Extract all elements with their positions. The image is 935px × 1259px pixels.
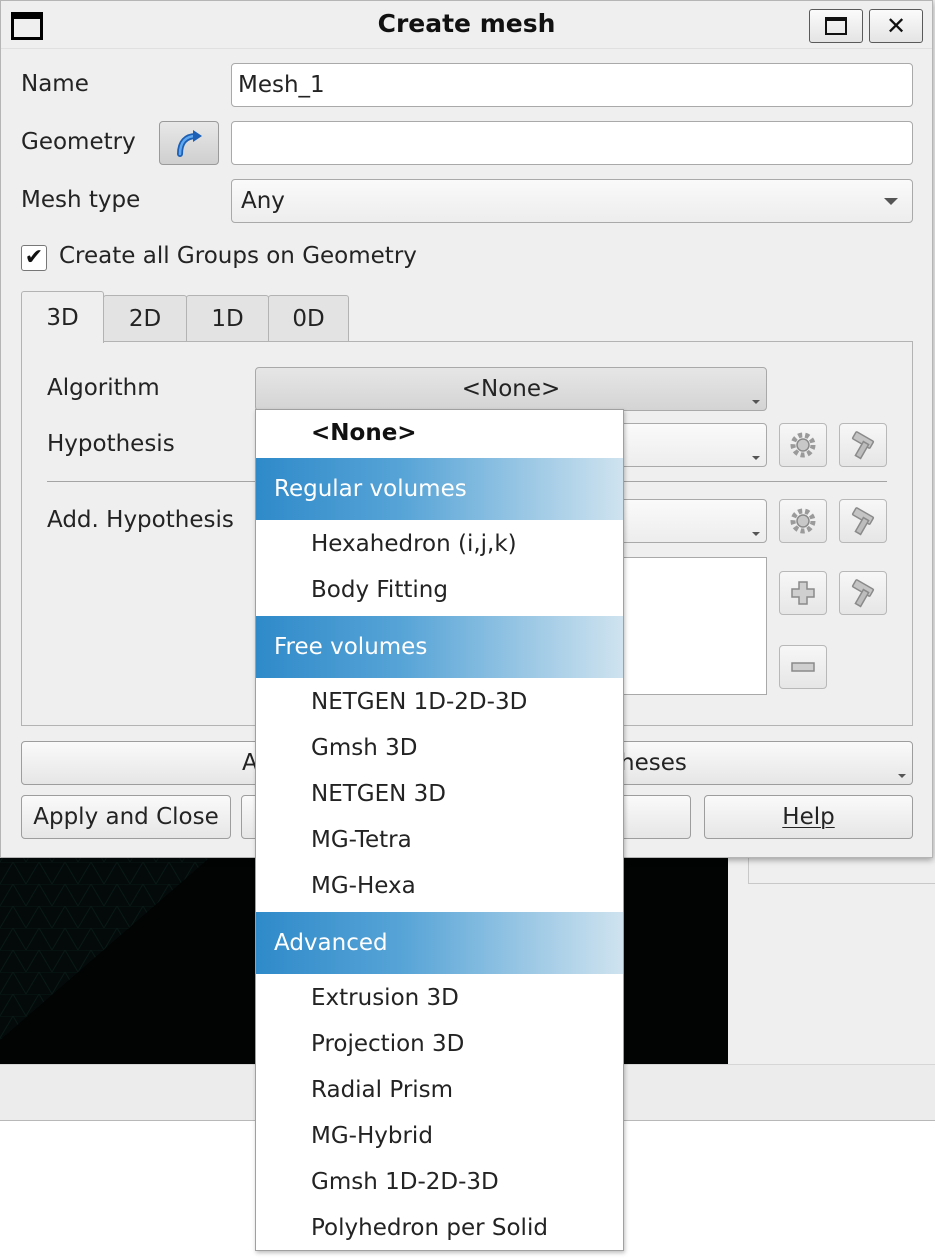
assign-hypotheses-label-right: heses [620, 750, 687, 776]
algorithm-group-header: Advanced [256, 912, 623, 974]
hammer-gear-icon [851, 507, 875, 536]
create-groups-label: Create all Groups on Geometry [59, 243, 417, 269]
chevron-down-icon [898, 774, 906, 778]
geometry-label: Geometry [21, 129, 136, 155]
algorithm-option[interactable]: Projection 3D [256, 1021, 623, 1067]
algorithm-select[interactable]: <None> [255, 367, 767, 411]
geometry-select-button[interactable] [159, 121, 219, 165]
mesh-type-label: Mesh type [21, 187, 141, 213]
gear-icon [790, 432, 816, 458]
algorithm-group-header: Free volumes [256, 616, 623, 678]
algorithm-label: Algorithm [47, 375, 160, 401]
chevron-down-icon [884, 198, 898, 205]
plus-icon [791, 581, 815, 605]
mesh-type-select[interactable]: Any [231, 179, 913, 223]
help-button[interactable]: Help [704, 795, 913, 839]
algorithm-option[interactable]: Extrusion 3D [256, 975, 623, 1021]
mesh-type-value: Any [241, 188, 285, 214]
dialog-title: Create mesh [377, 9, 556, 38]
close-icon: ✕ [885, 12, 907, 40]
name-label: Name [21, 71, 89, 97]
minus-icon [791, 662, 815, 672]
additional-hypotheses-list[interactable] [601, 557, 767, 695]
chevron-down-icon [752, 532, 760, 536]
curved-arrow-icon [177, 130, 202, 157]
hammer-gear-icon [851, 431, 875, 460]
algorithm-group-header: Regular volumes [256, 458, 623, 520]
name-field[interactable]: Mesh_1 [231, 63, 913, 107]
add-hypothesis-label: Add. Hypothesis [47, 507, 234, 533]
algorithm-option[interactable]: MG-Hexa [256, 863, 623, 909]
close-button[interactable]: ✕ [869, 9, 923, 43]
create-groups-checkbox[interactable]: ✔ [21, 245, 47, 271]
remove-hypothesis-button[interactable] [779, 645, 827, 689]
gear-icon [790, 508, 816, 534]
create-hypothesis-button[interactable] [839, 423, 887, 467]
add-hypothesis-button[interactable] [779, 571, 827, 615]
chevron-down-icon [752, 400, 760, 404]
tab-3d[interactable]: 3D [21, 291, 104, 343]
tab-0d[interactable]: 0D [268, 295, 349, 342]
title-bar[interactable]: Create mesh ✕ [1, 1, 932, 49]
algorithm-option[interactable]: Gmsh 3D [256, 725, 623, 771]
algorithm-option[interactable]: Radial Prism [256, 1067, 623, 1113]
chevron-down-icon [752, 456, 760, 460]
edit-hypothesis-list-button[interactable] [839, 571, 887, 615]
algorithm-option[interactable]: Polyhedron per Solid [256, 1205, 623, 1251]
hammer-gear-icon [851, 579, 875, 608]
edit-add-hypothesis-button[interactable] [779, 499, 827, 543]
tab-2d[interactable]: 2D [103, 295, 187, 342]
hypothesis-label: Hypothesis [47, 431, 175, 457]
help-button-label: Help [782, 804, 835, 830]
algorithm-dropdown-list[interactable]: <None> Regular volumes Hexahedron (i,j,k… [255, 409, 624, 1251]
apply-and-close-button[interactable]: Apply and Close [21, 795, 231, 839]
algorithm-option-none[interactable]: <None> [256, 410, 623, 456]
maximize-icon [825, 17, 847, 35]
algorithm-option[interactable]: MG-Hybrid [256, 1113, 623, 1159]
algorithm-option[interactable]: Hexahedron (i,j,k) [256, 521, 623, 567]
geometry-field[interactable] [231, 121, 913, 165]
algorithm-option[interactable]: MG-Tetra [256, 817, 623, 863]
algorithm-option[interactable]: NETGEN 3D [256, 771, 623, 817]
algorithm-option[interactable]: Body Fitting [256, 567, 623, 613]
edit-hypothesis-button[interactable] [779, 423, 827, 467]
algorithm-option[interactable]: Gmsh 1D-2D-3D [256, 1159, 623, 1205]
algorithm-option[interactable]: NETGEN 1D-2D-3D [256, 679, 623, 725]
create-add-hypothesis-button[interactable] [839, 499, 887, 543]
hypothesis-select[interactable] [601, 423, 767, 467]
add-hypothesis-select[interactable] [601, 499, 767, 543]
algorithm-value: <None> [461, 376, 561, 402]
tab-1d[interactable]: 1D [186, 295, 269, 342]
maximize-button[interactable] [809, 9, 863, 43]
